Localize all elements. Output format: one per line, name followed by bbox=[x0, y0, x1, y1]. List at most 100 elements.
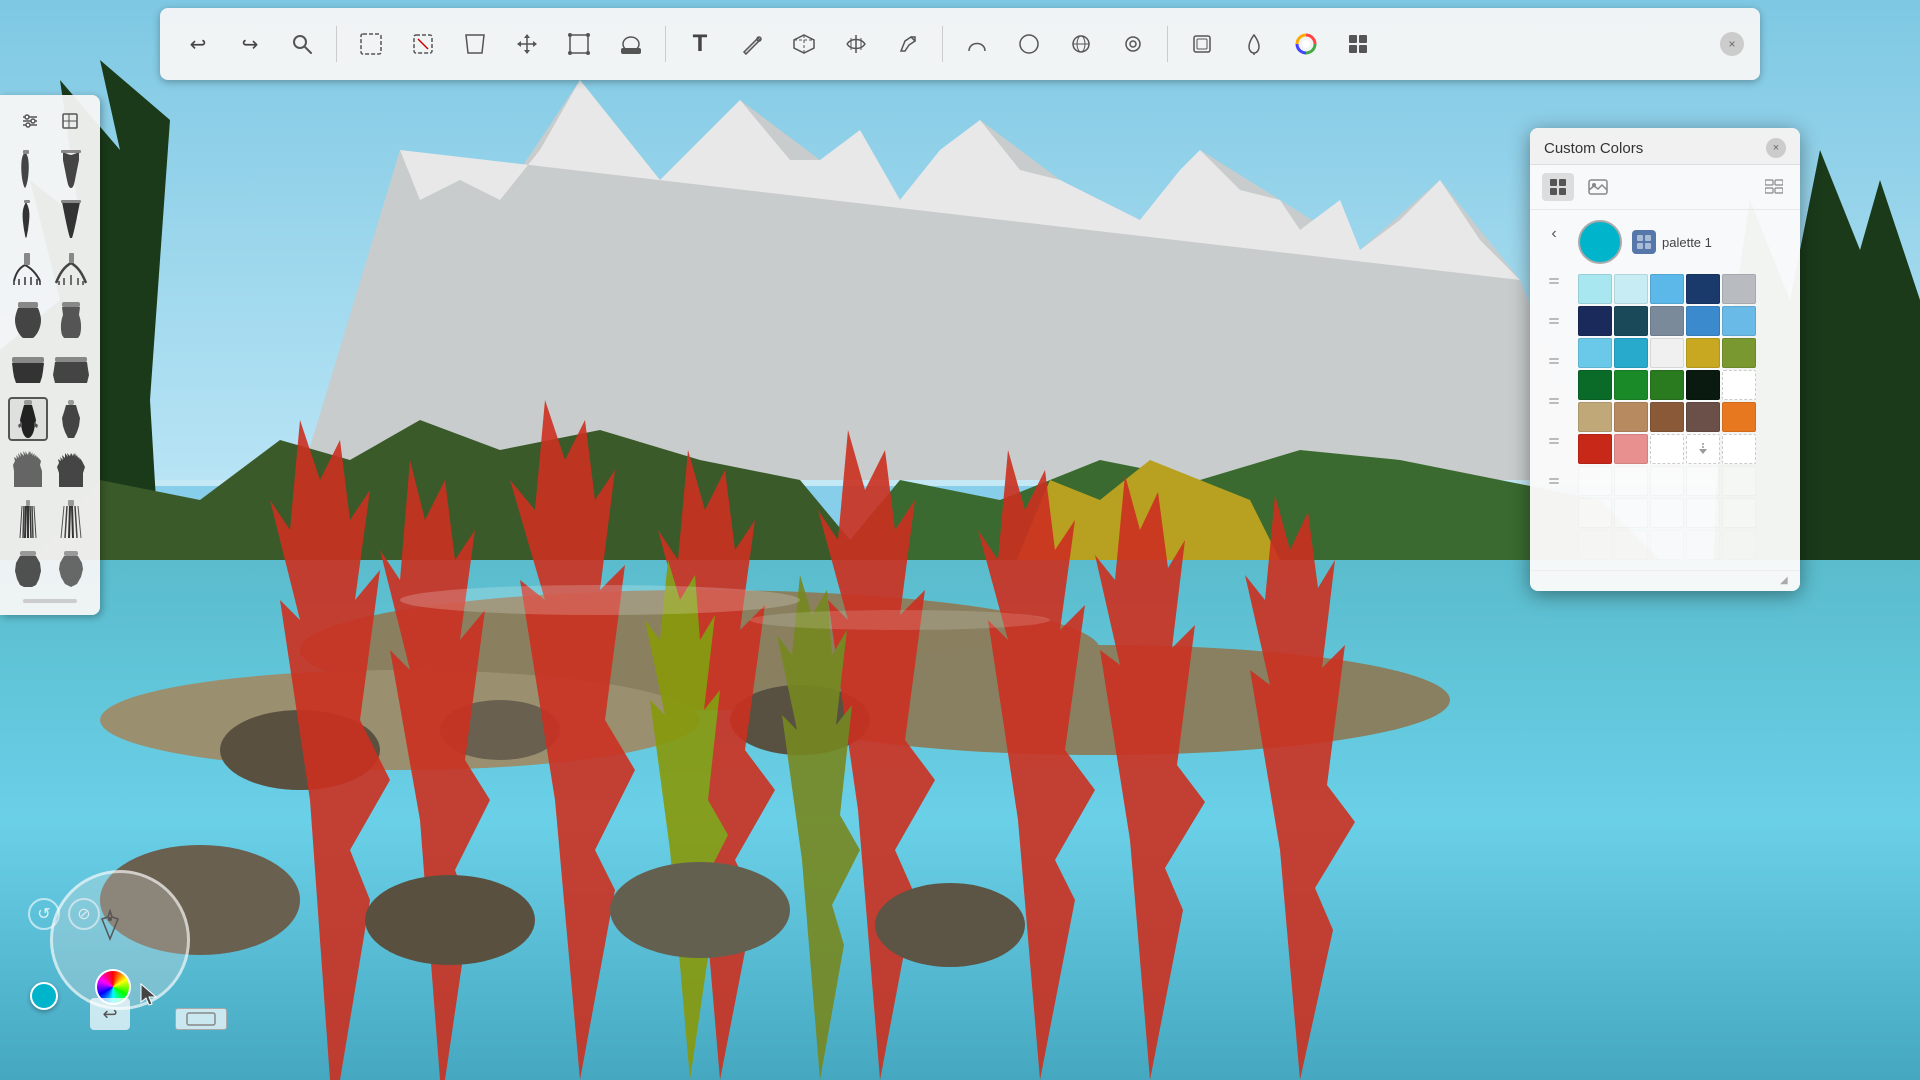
brush-list-view-button[interactable] bbox=[52, 107, 88, 135]
brush-item[interactable] bbox=[8, 147, 48, 191]
cc-color-cell[interactable] bbox=[1614, 434, 1648, 464]
brush-settings-button[interactable] bbox=[12, 107, 48, 135]
search-button[interactable] bbox=[280, 22, 324, 66]
cc-color-cell-empty[interactable] bbox=[1722, 370, 1756, 400]
cc-color-cell[interactable] bbox=[1722, 306, 1756, 336]
brush-item[interactable] bbox=[51, 397, 91, 441]
cc-color-cell[interactable] bbox=[1650, 402, 1684, 432]
brush-item[interactable] bbox=[8, 547, 48, 591]
cc-row-handle[interactable] bbox=[1547, 396, 1561, 406]
cc-color-cell[interactable] bbox=[1578, 274, 1612, 304]
brush-item[interactable] bbox=[8, 247, 48, 291]
fill-tool-button[interactable] bbox=[609, 22, 653, 66]
cc-row-handle[interactable] bbox=[1547, 436, 1561, 446]
cc-color-cell[interactable] bbox=[1614, 338, 1648, 368]
cc-empty-cell bbox=[1722, 530, 1756, 560]
cc-row-handle[interactable] bbox=[1547, 276, 1561, 286]
cc-color-cell[interactable] bbox=[1650, 274, 1684, 304]
cc-color-cell[interactable] bbox=[1614, 306, 1648, 336]
cc-color-cell[interactable] bbox=[1650, 306, 1684, 336]
cc-color-cell[interactable] bbox=[1614, 402, 1648, 432]
brush-item[interactable] bbox=[51, 147, 91, 191]
cursor-icon bbox=[135, 980, 165, 1010]
cc-color-cell[interactable] bbox=[1686, 402, 1720, 432]
grid-view-button[interactable] bbox=[1336, 22, 1380, 66]
brush-item[interactable] bbox=[51, 447, 91, 491]
cc-color-cell[interactable] bbox=[1578, 370, 1612, 400]
cc-color-cell[interactable] bbox=[1578, 434, 1612, 464]
cc-color-cell[interactable] bbox=[1578, 402, 1612, 432]
cc-color-cell[interactable] bbox=[1686, 370, 1720, 400]
brush-item[interactable] bbox=[51, 197, 91, 241]
brush-size-slider[interactable] bbox=[23, 599, 76, 603]
wrap-button[interactable] bbox=[1059, 22, 1103, 66]
top-toolbar: ↩ ↪ bbox=[160, 8, 1760, 80]
brush-item[interactable] bbox=[8, 497, 48, 541]
cc-back-button[interactable]: ‹ bbox=[1540, 220, 1568, 248]
brush-item[interactable] bbox=[51, 497, 91, 541]
brush-item-selected[interactable] bbox=[8, 397, 48, 441]
undo-button[interactable]: ↩ bbox=[176, 22, 220, 66]
brush-item[interactable] bbox=[8, 297, 48, 341]
custom-colors-header: Custom Colors × bbox=[1530, 128, 1800, 165]
cc-empty-cell bbox=[1650, 498, 1684, 528]
cc-color-cell[interactable] bbox=[1686, 274, 1720, 304]
brush-item[interactable] bbox=[51, 347, 91, 391]
text-tool-button[interactable]: T bbox=[678, 22, 722, 66]
undo-arrow-button[interactable]: ↩ bbox=[90, 998, 130, 1030]
stencil-button[interactable] bbox=[1111, 22, 1155, 66]
brush-item[interactable] bbox=[51, 247, 91, 291]
cc-grid-mode-button[interactable] bbox=[1542, 173, 1574, 201]
rect-tool-button[interactable] bbox=[175, 1008, 227, 1030]
ink-tool-button[interactable] bbox=[1232, 22, 1276, 66]
brush-item[interactable] bbox=[8, 347, 48, 391]
mesh-button[interactable] bbox=[834, 22, 878, 66]
cc-options-button[interactable] bbox=[1760, 173, 1788, 201]
brush-item[interactable] bbox=[51, 297, 91, 341]
deselect-button[interactable] bbox=[401, 22, 445, 66]
toolbar-close-button[interactable]: × bbox=[1720, 32, 1744, 56]
arc-tool-button[interactable] bbox=[955, 22, 999, 66]
smudge-button[interactable] bbox=[886, 22, 930, 66]
redo-button[interactable]: ↪ bbox=[228, 22, 272, 66]
brush-item[interactable] bbox=[51, 547, 91, 591]
cc-empty-cell bbox=[1614, 530, 1648, 560]
cc-color-cell[interactable] bbox=[1722, 274, 1756, 304]
layers-button[interactable] bbox=[1180, 22, 1224, 66]
ellipse-button[interactable] bbox=[1007, 22, 1051, 66]
cc-color-cell[interactable] bbox=[1614, 370, 1648, 400]
brush-item[interactable] bbox=[8, 197, 48, 241]
brush-tool-button[interactable] bbox=[730, 22, 774, 66]
cc-color-cell[interactable] bbox=[1650, 338, 1684, 368]
cc-color-cell[interactable] bbox=[1686, 306, 1720, 336]
move-button[interactable] bbox=[505, 22, 549, 66]
cc-color-cell[interactable] bbox=[1686, 338, 1720, 368]
brush-item[interactable] bbox=[8, 447, 48, 491]
cc-color-cell-empty[interactable] bbox=[1722, 434, 1756, 464]
cc-color-cell[interactable] bbox=[1578, 338, 1612, 368]
3d-box-button[interactable] bbox=[782, 22, 826, 66]
cc-empty-cell bbox=[1722, 498, 1756, 528]
custom-colors-title: Custom Colors bbox=[1544, 140, 1643, 157]
cc-image-mode-button[interactable] bbox=[1582, 173, 1614, 201]
select-tool-button[interactable] bbox=[349, 22, 393, 66]
cc-row-handle[interactable] bbox=[1547, 356, 1561, 366]
cc-color-cell[interactable] bbox=[1578, 306, 1612, 336]
cc-row-handle[interactable] bbox=[1547, 476, 1561, 486]
cc-color-cell[interactable] bbox=[1650, 370, 1684, 400]
cc-download-color-button[interactable] bbox=[1686, 434, 1720, 464]
custom-colors-close-button[interactable]: × bbox=[1766, 138, 1786, 158]
color-wheel-button[interactable] bbox=[1284, 22, 1328, 66]
cc-color-cell[interactable] bbox=[1722, 338, 1756, 368]
cc-color-palette-row: palette 1 bbox=[1578, 220, 1790, 264]
cc-row-handle[interactable] bbox=[1547, 316, 1561, 326]
cc-color-cell[interactable] bbox=[1614, 274, 1648, 304]
shape-select-button[interactable] bbox=[557, 22, 601, 66]
cc-current-color-swatch[interactable] bbox=[1578, 220, 1622, 264]
current-color-dot[interactable] bbox=[30, 982, 58, 1010]
cc-color-cell[interactable] bbox=[1722, 402, 1756, 432]
cc-colors-row-4 bbox=[1578, 370, 1790, 400]
transform-button[interactable] bbox=[453, 22, 497, 66]
cc-color-cell-empty[interactable] bbox=[1650, 434, 1684, 464]
cc-resize-handle[interactable]: ◢ bbox=[1780, 575, 1792, 587]
